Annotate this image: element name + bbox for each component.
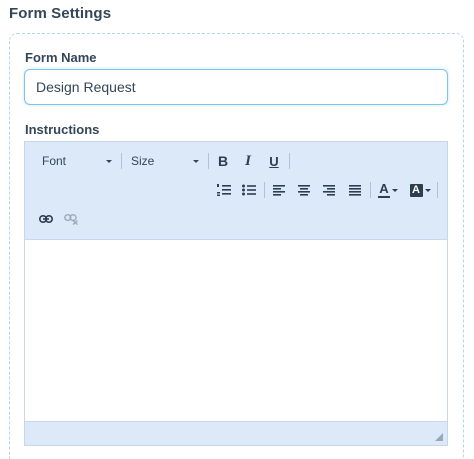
chevron-down-icon: [424, 188, 431, 192]
align-center-icon: [298, 184, 310, 196]
bg-color-glyph: A: [412, 183, 420, 196]
section-title: Form Settings: [9, 5, 112, 22]
editor-content-area[interactable]: [25, 240, 447, 421]
text-color-icon: A: [378, 180, 390, 198]
align-left-icon: [273, 184, 285, 196]
bullet-list-button[interactable]: [238, 180, 260, 200]
chevron-down-icon: [106, 159, 112, 163]
color-bar: [378, 195, 390, 198]
align-justify-button[interactable]: [344, 180, 366, 200]
instructions-label: Instructions: [25, 122, 100, 137]
insert-link-button[interactable]: [35, 209, 57, 229]
editor-toolbar: Font Size B I U A A: [25, 142, 447, 240]
size-combo-label: Size: [131, 154, 155, 168]
numbered-list-icon: [217, 184, 231, 196]
underline-icon: U: [269, 153, 279, 169]
toolbar-divider: [264, 182, 265, 198]
chevron-down-icon: [193, 159, 199, 163]
unlink-icon: [63, 213, 78, 225]
align-left-button[interactable]: [268, 180, 290, 200]
bold-button[interactable]: B: [212, 151, 234, 171]
bold-icon: B: [217, 153, 229, 169]
remove-link-button[interactable]: [60, 209, 82, 229]
form-name-input[interactable]: [24, 69, 448, 105]
bullet-list-icon: [242, 184, 256, 196]
italic-button[interactable]: I: [237, 151, 259, 171]
align-justify-icon: [349, 184, 361, 196]
font-combo[interactable]: Font: [38, 151, 116, 171]
link-icon: [39, 215, 53, 223]
italic-icon: I: [245, 152, 251, 169]
text-color-glyph: A: [379, 180, 389, 196]
align-right-button[interactable]: [318, 180, 340, 200]
toolbar-divider: [208, 153, 209, 169]
toolbar-divider: [370, 182, 371, 198]
editor-statusbar: [25, 421, 447, 445]
chevron-down-icon: [392, 188, 398, 192]
align-right-icon: [323, 184, 335, 196]
align-center-button[interactable]: [293, 180, 315, 200]
size-combo[interactable]: Size: [127, 151, 203, 171]
form-name-label: Form Name: [25, 50, 97, 65]
underline-button[interactable]: U: [263, 151, 285, 171]
text-color-button[interactable]: A: [375, 180, 401, 200]
background-color-button[interactable]: A: [407, 180, 433, 200]
font-combo-label: Font: [42, 154, 67, 168]
background-color-icon: A: [409, 183, 423, 197]
resize-handle-icon[interactable]: [435, 433, 443, 441]
toolbar-divider: [437, 182, 438, 198]
toolbar-divider: [121, 153, 122, 169]
rich-text-editor: Font Size B I U A A: [24, 141, 448, 446]
numbered-list-button[interactable]: [213, 180, 235, 200]
toolbar-divider: [289, 153, 290, 169]
